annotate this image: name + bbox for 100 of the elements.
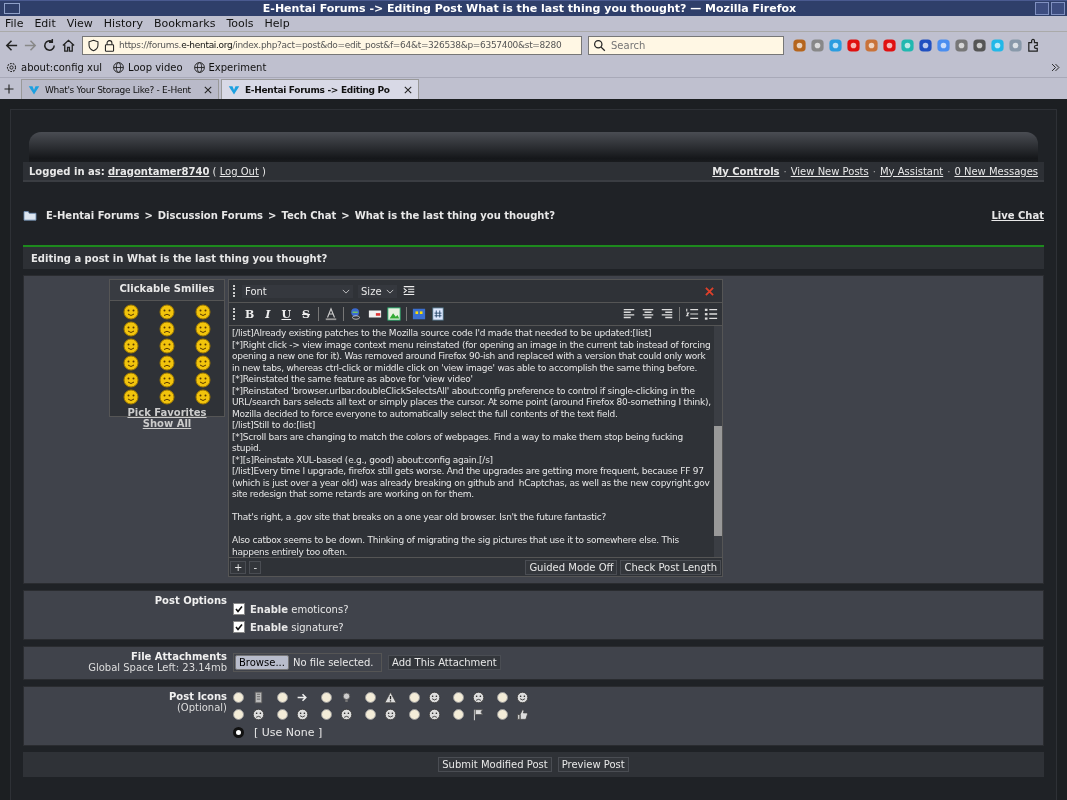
menu-item[interactable]: History: [103, 17, 143, 30]
extension-icon[interactable]: [810, 37, 825, 53]
menu-item[interactable]: View: [66, 17, 93, 30]
submit-button[interactable]: Preview Post: [557, 757, 629, 772]
browser-tab[interactable]: What's Your Storage Like? - E-Hent: [21, 79, 219, 99]
bullet-list-icon[interactable]: [704, 307, 718, 321]
post-text-area[interactable]: [/list]Already existing patches to the Mozilla source code I'd made that needed to be updated:[list] [*]Right click -> view image context menu reinstated (for opening an image in the current tab instead of forcing opening a new one for it). Was removed around Firefox 90-ish and replaced with a version that could only work in new tabs, whereas ctrl-click or middle click on 'view image' was able to accomplish the same thing before. [*]Reinstated the same feature as above for 'view video' [*]Reinstated 'browser.urlbar.doubleClickSelectsAll' about:config preference to control if single-clicking in the URL/search bars selects all text or simply places the cursor. At some point (around Firefox 80-something I think), Mozilla decided to force everyone to automatically select the full contents of the text field. [/list]Still to do:[list] [*]Scroll bars are changing to match the colors of webpages. Find a way to make them stop being fucking stupid. [*][s]Reinstate XUL-based (e.g., good) about:config again.[/s] [/list]Every time I upgrade, firefox still gets worse. And the upgrades are getting more frequent, because FF 97 (which is just over a year old) was already breaking on github and hCaptchas, as well as the new copyright.gov site redesign that some retards are working on for them. That's right, a .gov site that breaks on a one year old browser. Isn't the future fantastic? Also catbox seems to be down. Thinking of migrating the sig pictures that use it to somewhere else. This happens entirely too often.: [229, 326, 714, 557]
smiley-icon[interactable]: [159, 304, 175, 320]
overflow-icon[interactable]: [1050, 62, 1061, 73]
menu-item[interactable]: Help: [264, 17, 290, 30]
menu-item[interactable]: Edit: [34, 17, 56, 30]
user-menu-link[interactable]: My Assistant: [879, 165, 944, 177]
radio-button[interactable]: [497, 709, 508, 720]
radio-button[interactable]: [233, 727, 244, 738]
smilies-link[interactable]: Pick Favorites: [127, 407, 207, 418]
menu-item[interactable]: File: [5, 17, 24, 30]
smiley-icon[interactable]: [195, 389, 211, 405]
radio-button[interactable]: [365, 692, 376, 703]
breadcrumb-link[interactable]: E-Hentai Forums: [46, 209, 140, 221]
maximize-icon[interactable]: [1051, 2, 1065, 15]
extension-icon[interactable]: [954, 37, 969, 53]
checkbox[interactable]: [233, 621, 245, 633]
size-dropdown[interactable]: Size: [358, 284, 397, 298]
radio-button[interactable]: [365, 709, 376, 720]
breadcrumb-link[interactable]: Discussion Forums: [157, 209, 264, 221]
bookmark-link[interactable]: about:config xul: [21, 62, 103, 73]
smiley-icon[interactable]: [123, 321, 139, 337]
resize-button[interactable]: -: [249, 560, 261, 574]
radio-button[interactable]: [321, 692, 332, 703]
window-menu-icon[interactable]: [4, 3, 20, 14]
smiley-icon[interactable]: [195, 338, 211, 354]
radio-button[interactable]: [453, 709, 464, 720]
radio-button[interactable]: [277, 692, 288, 703]
scrollbar[interactable]: [714, 326, 722, 557]
link-icon[interactable]: [349, 307, 363, 321]
close-icon[interactable]: [204, 85, 212, 94]
radio-button[interactable]: [409, 709, 420, 720]
numbered-list-icon[interactable]: [685, 307, 699, 321]
smiley-icon[interactable]: [159, 372, 175, 388]
close-icon[interactable]: [404, 85, 412, 94]
user-menu-link[interactable]: View New Posts: [790, 165, 869, 177]
radio-button[interactable]: [497, 692, 508, 703]
editor-button[interactable]: Guided Mode Off: [525, 559, 618, 575]
quote-icon[interactable]: [412, 307, 426, 321]
search-field[interactable]: Search: [588, 35, 784, 55]
format-button[interactable]: U: [278, 307, 295, 321]
smiley-icon[interactable]: [123, 372, 139, 388]
smiley-icon[interactable]: [123, 389, 139, 405]
reload-icon[interactable]: [42, 37, 57, 53]
extension-icon[interactable]: [972, 37, 987, 53]
address-field[interactable]: https://forums.e-hentai.org/index.php?act=post&do=edit_post&f=64&t=326538&p=6357400&st=8280: [82, 35, 582, 55]
extension-icon[interactable]: [792, 37, 807, 53]
smiley-icon[interactable]: [195, 304, 211, 320]
editor-button[interactable]: Check Post Length: [620, 559, 721, 575]
user-menu-link[interactable]: My Controls: [712, 165, 780, 177]
radio-button[interactable]: [233, 709, 244, 720]
text-color-icon[interactable]: [324, 307, 338, 321]
smiley-icon[interactable]: [195, 321, 211, 337]
menu-item[interactable]: Tools: [226, 17, 254, 30]
bookmark-link[interactable]: Experiment: [208, 62, 267, 73]
add-attachment-button[interactable]: Add This Attachment: [388, 654, 501, 670]
user-menu-link[interactable]: 0 New Messages: [954, 165, 1038, 177]
indent-icon[interactable]: [401, 284, 416, 298]
checkbox[interactable]: [233, 603, 245, 615]
smiley-icon[interactable]: [123, 338, 139, 354]
code-icon[interactable]: [431, 307, 445, 321]
resize-button[interactable]: +: [230, 560, 247, 574]
smiley-icon[interactable]: [195, 372, 211, 388]
extension-icon[interactable]: [882, 37, 897, 53]
image-icon[interactable]: [387, 307, 401, 321]
smilies-link[interactable]: Show All: [142, 418, 192, 429]
new-tab-icon[interactable]: [3, 82, 15, 95]
breadcrumb-link[interactable]: Tech Chat: [281, 209, 337, 221]
format-button[interactable]: I: [262, 307, 274, 321]
format-button[interactable]: S: [299, 307, 313, 321]
shield-icon[interactable]: [87, 38, 100, 52]
smiley-icon[interactable]: [159, 355, 175, 371]
radio-button[interactable]: [321, 709, 332, 720]
live-chat-link[interactable]: Live Chat: [991, 209, 1044, 221]
browser-tab[interactable]: E-Hentai Forums -> Editing Po: [221, 79, 419, 99]
home-icon[interactable]: [61, 37, 76, 53]
radio-button[interactable]: [409, 692, 420, 703]
smiley-icon[interactable]: [195, 355, 211, 371]
format-button[interactable]: B: [242, 307, 258, 321]
smiley-icon[interactable]: [159, 321, 175, 337]
radio-button[interactable]: [453, 692, 464, 703]
smiley-icon[interactable]: [123, 355, 139, 371]
extension-icon[interactable]: [846, 37, 861, 53]
extension-icon[interactable]: [918, 37, 933, 53]
browse-button[interactable]: Browse...: [235, 654, 289, 670]
breadcrumb-link[interactable]: What is the last thing you thought?: [354, 209, 556, 221]
puzzle-icon[interactable]: [1026, 37, 1041, 53]
menu-item[interactable]: Bookmarks: [154, 17, 216, 30]
smiley-icon[interactable]: [159, 338, 175, 354]
font-dropdown[interactable]: Font: [242, 284, 353, 298]
submit-button[interactable]: Submit Modified Post: [438, 757, 552, 772]
smiley-icon[interactable]: [123, 304, 139, 320]
radio-button[interactable]: [277, 709, 288, 720]
bookmark-link[interactable]: Loop video: [128, 62, 183, 73]
align-center-icon[interactable]: [641, 307, 655, 321]
